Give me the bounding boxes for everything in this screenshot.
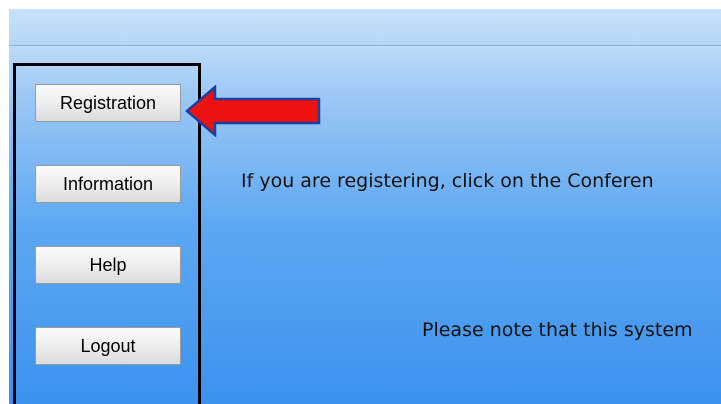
system-note-text: Please note that this system (422, 319, 693, 341)
top-bar (9, 9, 721, 46)
help-button[interactable]: Help (35, 246, 181, 284)
registration-instruction-text: If you are registering, click on the Con… (241, 170, 654, 192)
app-window: Registration Information Help Logout If … (9, 9, 721, 404)
information-button[interactable]: Information (35, 165, 181, 203)
red-arrow-icon (185, 85, 321, 137)
logout-button[interactable]: Logout (35, 327, 181, 365)
registration-button[interactable]: Registration (35, 84, 181, 122)
